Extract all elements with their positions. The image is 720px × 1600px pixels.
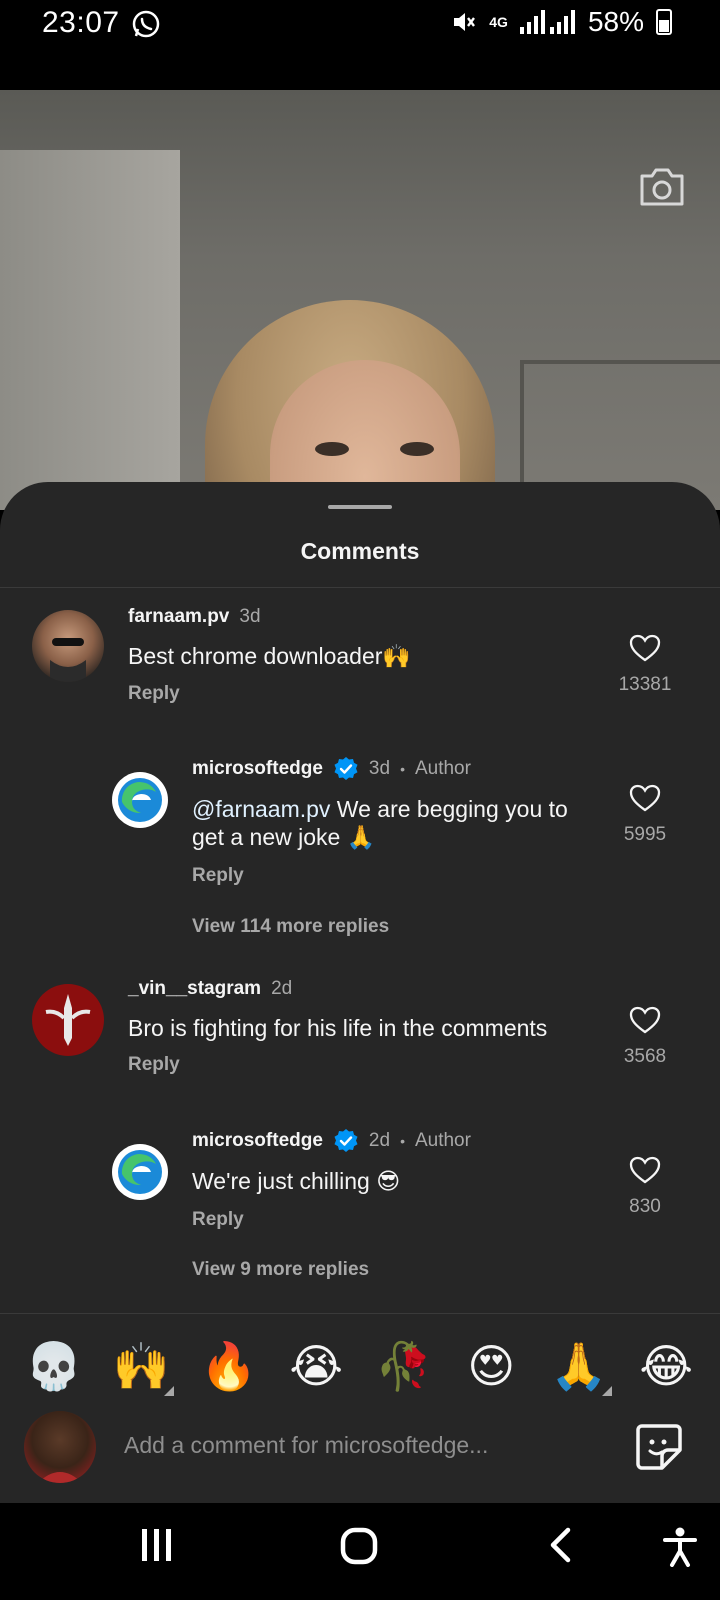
emoji-crying[interactable]: 😭 bbox=[281, 1336, 351, 1396]
author-label: Author bbox=[414, 1130, 471, 1151]
emoji-skull[interactable]: 💀 bbox=[19, 1336, 89, 1396]
recent-apps-icon[interactable] bbox=[140, 1527, 174, 1563]
accessibility-icon[interactable] bbox=[662, 1527, 698, 1567]
verified-badge-icon bbox=[334, 757, 358, 780]
heart-icon[interactable] bbox=[629, 1156, 661, 1184]
like-count: 3568 bbox=[623, 1046, 667, 1067]
sheet-title: Comments bbox=[300, 538, 420, 564]
whatsapp-icon bbox=[132, 10, 160, 38]
emoji-quick-reactions: 💀 🙌 🔥 😭 🥀 😍 🙏 😂 bbox=[0, 1336, 720, 1396]
home-icon[interactable] bbox=[340, 1527, 378, 1565]
comment-username[interactable]: microsoftedge bbox=[192, 758, 323, 780]
back-icon[interactable] bbox=[548, 1527, 572, 1563]
view-more-replies[interactable]: View 9 more replies bbox=[192, 1259, 369, 1281]
like-count: 13381 bbox=[618, 674, 672, 695]
comment-text: We're just chilling 😎 bbox=[192, 1168, 401, 1194]
comment-username[interactable]: microsoftedge bbox=[192, 1130, 323, 1152]
heart-icon[interactable] bbox=[629, 634, 661, 662]
battery-icon bbox=[656, 9, 672, 35]
reply-button[interactable]: Reply bbox=[192, 865, 244, 887]
emoji-fire[interactable]: 🔥 bbox=[194, 1336, 264, 1396]
user-avatar bbox=[24, 1411, 96, 1483]
comment-username[interactable]: _vin__stagram bbox=[128, 978, 261, 1000]
sticker-icon[interactable] bbox=[634, 1422, 684, 1472]
emoji-folded-hands[interactable]: 🙏 bbox=[544, 1336, 614, 1396]
view-more-replies[interactable]: View 114 more replies bbox=[192, 916, 389, 938]
like-button[interactable]: 830 bbox=[612, 1156, 678, 1218]
like-button[interactable]: 13381 bbox=[612, 634, 678, 696]
signal-icon bbox=[519, 10, 575, 34]
comment-username[interactable]: farnaam.pv bbox=[128, 606, 229, 628]
like-count: 5995 bbox=[623, 824, 667, 845]
reply-button[interactable]: Reply bbox=[192, 1209, 244, 1231]
dagger-emblem-icon bbox=[45, 994, 91, 1046]
comment-time: 2d bbox=[368, 1130, 391, 1151]
status-icons: 4G 58% bbox=[451, 6, 672, 38]
emoji-wilted-rose[interactable]: 🥀 bbox=[369, 1336, 439, 1396]
heart-icon[interactable] bbox=[629, 1006, 661, 1034]
divider bbox=[0, 587, 720, 588]
like-button[interactable]: 3568 bbox=[612, 1006, 678, 1068]
avatar[interactable] bbox=[32, 984, 104, 1056]
emoji-heart-eyes[interactable]: 😍 bbox=[456, 1336, 526, 1396]
comment-time: 3d bbox=[239, 606, 261, 627]
comment-input[interactable]: Add a comment for microsoftedge... bbox=[124, 1432, 488, 1459]
status-time: 23:07 bbox=[42, 6, 120, 39]
mute-icon bbox=[454, 13, 476, 31]
mention-link[interactable]: @farnaam.pv bbox=[192, 796, 330, 822]
avatar[interactable] bbox=[112, 772, 168, 828]
edge-logo-icon bbox=[118, 778, 162, 822]
drag-handle[interactable] bbox=[328, 505, 392, 509]
comment-text: Bro is fighting for his life in the comm… bbox=[128, 1015, 548, 1041]
battery-percent: 58% bbox=[587, 6, 644, 37]
emoji-tears-of-joy[interactable]: 😂 bbox=[631, 1336, 701, 1396]
camera-icon[interactable] bbox=[638, 166, 686, 208]
comment-time: 2d bbox=[271, 978, 293, 999]
reply-button[interactable]: Reply bbox=[128, 1054, 180, 1076]
network-type: 4G bbox=[489, 14, 508, 30]
avatar[interactable] bbox=[112, 1144, 168, 1200]
status-bar: 23:07 4G 58% bbox=[0, 0, 720, 90]
like-count: 830 bbox=[629, 1196, 661, 1217]
comment-text: Best chrome downloader🙌 bbox=[128, 643, 412, 669]
verified-badge-icon bbox=[334, 1129, 358, 1152]
edge-logo-icon bbox=[118, 1150, 162, 1194]
avatar[interactable] bbox=[32, 610, 104, 682]
comment-text: @farnaam.pv We are begging you to get a … bbox=[192, 795, 592, 851]
video-background bbox=[0, 90, 720, 510]
emoji-compose-bar: 💀 🙌 🔥 😭 🥀 😍 🙏 😂 Add a comment for micros… bbox=[0, 1313, 720, 1503]
like-button[interactable]: 5995 bbox=[612, 784, 678, 846]
emoji-raising-hands[interactable]: 🙌 bbox=[106, 1336, 176, 1396]
comment-time: 3d bbox=[368, 758, 391, 779]
author-label: Author bbox=[414, 758, 471, 779]
system-nav-bar bbox=[0, 1503, 720, 1600]
reply-button[interactable]: Reply bbox=[128, 683, 180, 705]
heart-icon[interactable] bbox=[629, 784, 661, 812]
